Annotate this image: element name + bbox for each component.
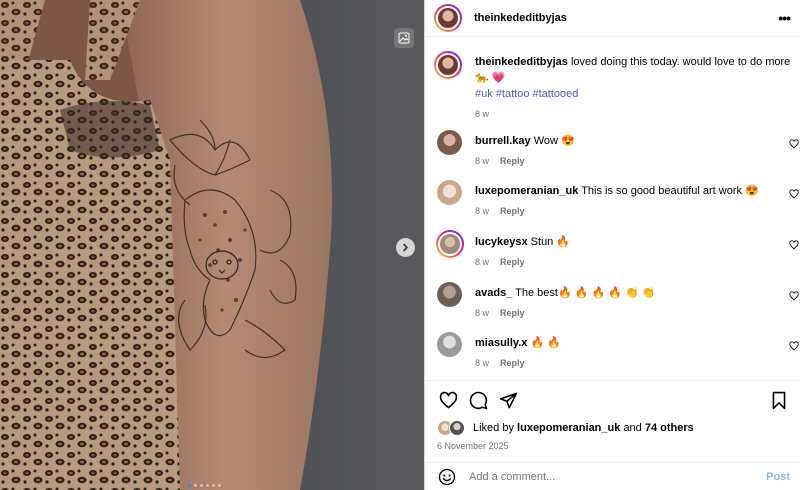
avatar[interactable] [437,180,462,205]
comment-text: The best🔥 🔥 🔥 🔥 👏 👏 [515,287,656,299]
likes-summary: Liked by luxepomeranian_uk and 74 others [437,420,694,436]
caption-emoji: 🐆 💗 [475,72,506,84]
comments-list[interactable]: theinkededitbyjas loved doing this today… [425,38,800,380]
post-header: theinkededitbyjas ••• [425,0,800,37]
comment-input[interactable] [469,470,767,483]
post-sidebar: theinkededitbyjas ••• theinkededitbyjas … [424,0,800,490]
comment-time: 8 w [475,308,490,318]
tattoo-photo [0,0,424,490]
comment-time: 8 w [475,206,490,216]
heart-icon[interactable] [789,341,799,351]
heart-icon[interactable] [789,291,799,301]
likes-and: and [623,422,642,434]
more-icon[interactable]: ••• [778,11,791,25]
comment-username[interactable]: miasully.x [475,337,527,349]
bookmark-icon[interactable] [768,390,790,412]
reply-button[interactable]: Reply [500,257,525,267]
avatar[interactable] [434,4,462,32]
comment-time: 8 w [475,156,490,166]
reply-button[interactable]: Reply [500,358,525,368]
caption-username[interactable]: theinkededitbyjas [475,56,568,68]
carousel-dot [218,484,221,487]
action-bar [425,380,800,420]
likes-prefix: Liked by [473,422,514,434]
post-comment-button[interactable]: Post [766,471,790,483]
carousel-dot [188,484,191,487]
avatar[interactable] [437,130,462,155]
caption-text: loved doing this today. would love to do… [570,56,791,68]
heart-icon[interactable] [437,390,459,412]
carousel-dot [206,484,209,487]
next-image-button[interactable] [396,238,415,257]
comment-time: 8 w [475,257,490,267]
hashtag-link[interactable]: #uk [475,88,493,100]
comment-composer: Post [425,462,800,490]
likes-others-link[interactable]: 74 others [645,422,694,434]
heart-icon[interactable] [789,240,799,250]
heart-icon[interactable] [789,139,799,149]
comment-icon[interactable] [467,390,489,412]
media-gallery-icon [394,28,414,48]
comment-text: Wow 😍 [533,135,575,147]
post-date: 6 November 2025 [437,441,509,451]
comment-text: 🔥 🔥 [530,337,561,349]
comment-username[interactable]: luxepomeranian_uk [475,185,578,197]
author-username[interactable]: theinkededitbyjas [474,12,567,24]
hashtag-link[interactable]: #tattoo [496,88,530,100]
chevron-right-icon [403,243,409,252]
share-icon[interactable] [497,390,519,412]
carousel-dot [200,484,203,487]
emoji-icon[interactable] [437,467,457,487]
comment-username[interactable]: avads_ [475,287,512,299]
reply-button[interactable]: Reply [500,308,525,318]
comment-text: This is so good beautiful art work 😍 [581,185,759,197]
heart-icon[interactable] [789,189,799,199]
reply-button[interactable]: Reply [500,156,525,166]
carousel-dot [212,484,215,487]
hashtag-link[interactable]: #tattooed [533,88,579,100]
avatar[interactable] [437,332,462,357]
reply-button[interactable]: Reply [500,206,525,216]
carousel-dots [188,484,221,487]
liker-avatars [437,420,469,436]
avatar [449,420,465,436]
caption-time: 8 w [475,109,490,119]
comment-time: 8 w [475,358,490,368]
comment-text: Stun 🔥 [530,236,571,248]
comment-username[interactable]: burrell.kay [475,135,531,147]
avatar[interactable] [436,230,464,258]
avatar[interactable] [434,51,462,79]
comment-username[interactable]: lucykeysx [475,236,528,248]
liked-by-username[interactable]: luxepomeranian_uk [517,422,620,434]
carousel-dot [194,484,197,487]
avatar[interactable] [437,282,462,307]
post-media[interactable] [0,0,424,490]
